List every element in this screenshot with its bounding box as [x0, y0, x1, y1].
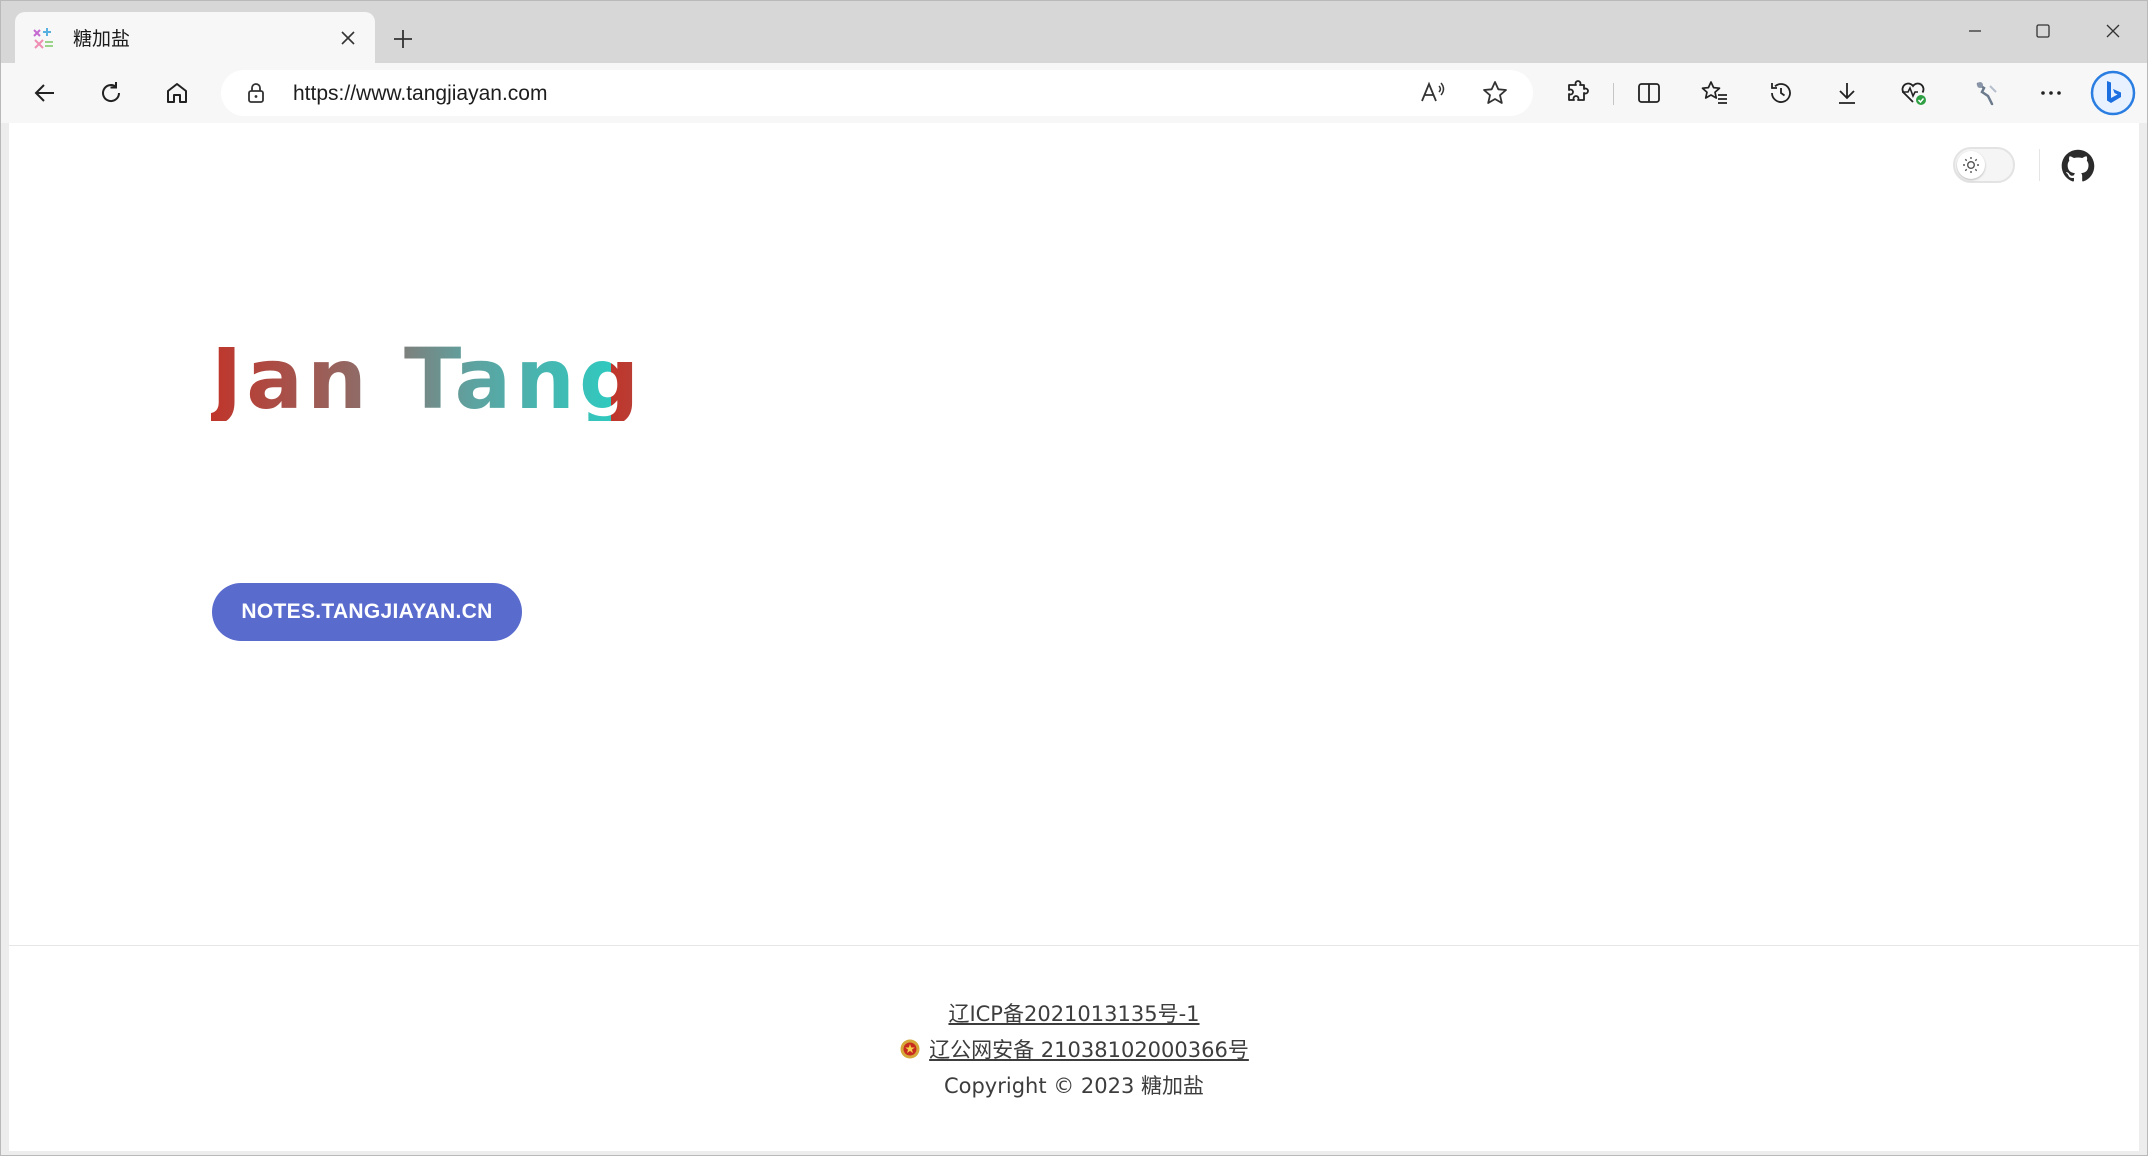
maximize-button[interactable] — [2015, 11, 2071, 51]
performance-button[interactable] — [1891, 71, 1935, 115]
refresh-button[interactable] — [89, 71, 133, 115]
favorites-button[interactable] — [1693, 71, 1737, 115]
page-footer: 辽ICP备2021013135号-1 辽公网安备 21038102000366号… — [9, 945, 2139, 1151]
arrow-left-icon — [34, 84, 54, 102]
puzzle-icon — [1568, 80, 1589, 101]
back-button[interactable] — [23, 71, 67, 115]
history-icon — [1771, 83, 1791, 103]
bing-copilot-icon — [2090, 70, 2136, 116]
home-icon — [167, 83, 187, 103]
url-text[interactable]: https://www.tangjiayan.com — [293, 82, 547, 106]
nav-divider — [2039, 149, 2040, 181]
minimize-icon — [1969, 30, 1981, 32]
tab-strip: 糖加盐 — [1, 1, 2147, 63]
more-menu-button[interactable] — [2029, 71, 2073, 115]
split-screen-button[interactable] — [1627, 71, 1671, 115]
favorites-list-icon — [1701, 81, 1727, 104]
icp-line: 辽ICP备2021013135号-1 — [9, 998, 2139, 1028]
lock-icon[interactable] — [245, 81, 267, 110]
tab-active[interactable]: 糖加盐 — [15, 12, 375, 63]
site-logo: Jan Tang — [211, 337, 643, 421]
address-bar[interactable]: https://www.tangjiayan.com — [221, 70, 1533, 116]
close-icon — [2106, 24, 2120, 38]
minimize-button[interactable] — [1947, 11, 2003, 51]
heart-pulse-icon — [1901, 82, 1926, 105]
close-window-button[interactable] — [2085, 11, 2141, 51]
web-content: Jan Tang NOTES.TANGJIAYAN.CN 辽ICP备202101… — [9, 123, 2139, 1151]
logo-text: Jan Tang — [211, 330, 644, 428]
theme-toggle[interactable] — [1953, 147, 2015, 183]
browser-toolbar: https://www.tangjiayan.com — [1, 63, 2147, 123]
home-button[interactable] — [155, 71, 199, 115]
ellipsis-icon — [2041, 91, 2061, 95]
downloads-button[interactable] — [1825, 71, 1869, 115]
tab-title: 糖加盐 — [73, 28, 131, 50]
profile-icon — [1976, 82, 1997, 106]
copilot-button[interactable] — [2089, 69, 2137, 117]
close-icon — [341, 31, 355, 45]
police-badge-icon — [899, 1038, 921, 1060]
site-favicon-icon — [31, 26, 55, 50]
maximize-icon — [2036, 24, 2050, 38]
icp-link[interactable]: 辽ICP备2021013135号-1 — [948, 1002, 1199, 1026]
plus-icon — [394, 30, 412, 48]
close-tab-button[interactable] — [333, 23, 363, 53]
new-tab-button[interactable] — [385, 21, 421, 57]
browser-window: 糖加盐 https://www.tangjiayan.com Jan Tang … — [0, 0, 2148, 1156]
police-line: 辽公网安备 21038102000366号 — [9, 1034, 2139, 1064]
toolbar-separator — [1613, 83, 1614, 105]
police-record-link[interactable]: 辽公网安备 21038102000366号 — [929, 1038, 1249, 1062]
github-link[interactable] — [2061, 149, 2095, 183]
read-aloud-icon[interactable] — [1419, 80, 1447, 111]
split-screen-icon — [1638, 83, 1660, 103]
download-icon — [1839, 83, 1855, 104]
refresh-icon — [102, 82, 121, 102]
history-button[interactable] — [1759, 71, 1803, 115]
github-icon — [2061, 149, 2095, 182]
star-icon[interactable] — [1481, 80, 1509, 111]
copyright-text: Copyright © 2023 糖加盐 — [943, 1074, 1205, 1098]
profile-button[interactable] — [1965, 71, 2009, 115]
sun-icon — [1957, 151, 1985, 179]
extensions-button[interactable] — [1555, 71, 1599, 115]
notes-site-button[interactable]: NOTES.TANGJIAYAN.CN — [212, 583, 522, 641]
